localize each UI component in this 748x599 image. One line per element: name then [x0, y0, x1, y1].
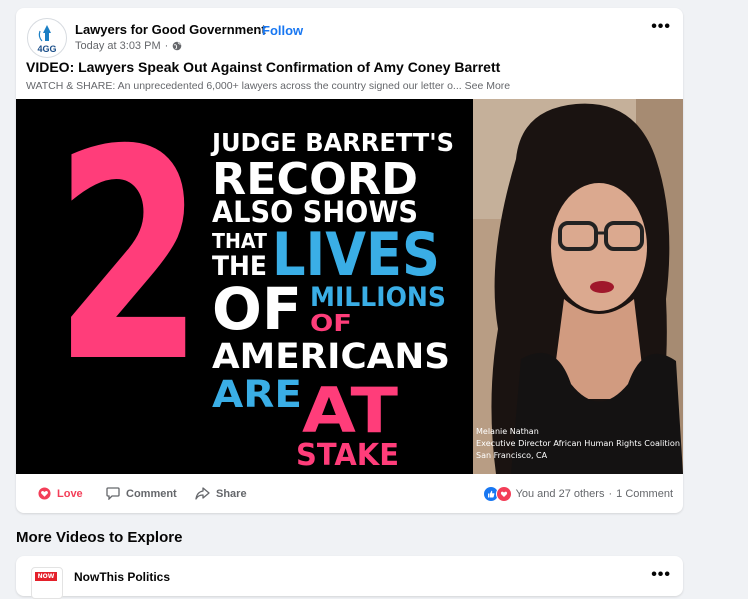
video-line-of-2: OF	[310, 311, 352, 337]
description-text: WATCH & SHARE: An unprecedented 6,000+ l…	[26, 80, 462, 92]
separator-dot: ·	[164, 40, 169, 52]
video-line-millions: MILLIONS	[310, 282, 446, 313]
next-page-avatar[interactable]: NOW	[31, 567, 63, 599]
globe-icon	[172, 41, 182, 51]
reaction-icons	[482, 486, 512, 502]
share-icon	[195, 487, 210, 500]
separator-dot: ·	[257, 22, 262, 37]
love-button[interactable]: Love	[38, 487, 83, 500]
separator-dot: ·	[608, 488, 613, 500]
speaker-location: San Francisco, CA	[476, 451, 548, 460]
reactions-count[interactable]: You and 27 others	[516, 488, 605, 500]
video-line-of: OF	[212, 275, 302, 343]
post-timestamp[interactable]: Today at 3:03 PM	[75, 40, 161, 52]
video-line-at: AT	[302, 374, 398, 447]
post-options-icon[interactable]: •••	[651, 18, 671, 36]
post-action-bar: Love Comment Share You and 27 others · 1…	[16, 482, 683, 506]
post-title[interactable]: VIDEO: Lawyers Speak Out Against Confirm…	[26, 59, 500, 75]
comments-count[interactable]: 1 Comment	[616, 488, 673, 500]
speaker-name: Melanie Nathan	[476, 427, 539, 436]
post-card: 4GG Lawyers for Good Government · Follow…	[16, 8, 683, 513]
page-name-link[interactable]: Lawyers for Good Government	[75, 22, 266, 37]
video-line-judge: JUDGE BARRETT'S	[210, 128, 454, 157]
comment-icon	[106, 487, 120, 500]
video-line-that: THAT	[212, 229, 267, 253]
next-post-card: NOW NowThis Politics •••	[16, 556, 683, 599]
love-label: Love	[57, 487, 83, 500]
section-heading: More Videos to Explore	[16, 529, 183, 546]
video-player[interactable]: 2 JUDGE BARRETT'S RECORD ALSO SHOWS THAT…	[16, 99, 683, 474]
video-frame: 2 JUDGE BARRETT'S RECORD ALSO SHOWS THAT…	[16, 99, 683, 474]
comment-label: Comment	[126, 487, 177, 500]
video-line-americans: AMERICANS	[212, 337, 450, 377]
love-reaction-icon	[495, 486, 512, 502]
post-description: WATCH & SHARE: An unprecedented 6,000+ l…	[26, 80, 510, 92]
comment-button[interactable]: Comment	[106, 487, 177, 500]
share-label: Share	[216, 487, 247, 500]
now-logo: NOW	[35, 572, 57, 581]
love-icon	[38, 487, 51, 500]
video-line-stake: STAKE	[296, 438, 399, 473]
follow-button[interactable]: Follow	[262, 23, 303, 38]
video-line-are: ARE	[212, 373, 302, 416]
reactions-summary[interactable]: You and 27 others · 1 Comment	[482, 486, 673, 502]
video-big-number: 2	[54, 99, 204, 426]
speaker-panel	[473, 99, 683, 474]
page-logo: 4GG	[37, 25, 57, 54]
page-avatar[interactable]: 4GG	[27, 18, 67, 58]
share-button[interactable]: Share	[195, 487, 247, 500]
post-meta: Today at 3:03 PM ·	[75, 40, 182, 52]
next-post-options-icon[interactable]: •••	[651, 566, 671, 584]
see-more-link[interactable]: See More	[465, 80, 511, 92]
speaker-title: Executive Director African Human Rights …	[476, 439, 680, 448]
logo-text: 4GG	[37, 44, 56, 54]
